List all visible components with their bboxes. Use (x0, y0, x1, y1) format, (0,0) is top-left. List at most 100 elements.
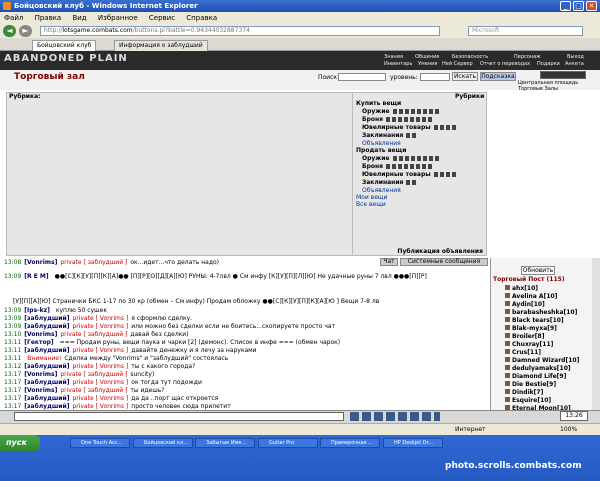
chat-action-icons[interactable] (350, 412, 440, 421)
user-list-item[interactable]: Esquire[10] (505, 397, 551, 404)
menu-view[interactable]: Вид (72, 14, 86, 22)
chat-tab[interactable]: Чат (380, 258, 398, 266)
hint-button[interactable]: Подсказка (480, 72, 516, 81)
user-name[interactable]: Dindik[7] (512, 389, 543, 396)
chat-nick[interactable]: [заблудший] (24, 347, 69, 354)
chat-nick[interactable]: [заблудший] (24, 379, 69, 386)
user-list-item[interactable]: Aydin[10] (505, 301, 545, 308)
nav-security[interactable]: Безопасность (452, 54, 488, 60)
spell-icons[interactable] (406, 133, 417, 138)
address-input[interactable]: http://lotsgame.combats.com/buttons.pl?b… (40, 26, 440, 36)
menu-favorites[interactable]: Избранное (98, 14, 138, 22)
nav-exit[interactable]: Выход (567, 54, 584, 60)
chat-nick[interactable]: [Vonrims] (24, 331, 57, 338)
menu-file[interactable]: Файл (4, 14, 23, 22)
taskbar-item[interactable]: HP Deskjet Dr... (383, 438, 443, 448)
chat-nick[interactable]: [заблудший] (24, 403, 69, 410)
nav-server[interactable]: Ней Сервер (442, 61, 473, 67)
taskbar-item[interactable]: Примерочная ... (320, 438, 380, 448)
user-list-item[interactable]: Avelina A[10] (505, 293, 557, 300)
nav-character[interactable]: Персонаж (514, 54, 541, 60)
publish-ad-link[interactable]: Публикация объявления (353, 248, 487, 256)
chat-nick[interactable]: [заблудший] (24, 315, 69, 322)
user-name[interactable]: Blak-myxa[9] (512, 325, 557, 332)
buy-weapons[interactable]: Оружие (362, 108, 439, 115)
chat-nick[interactable]: [Vonrims] (24, 371, 57, 378)
menu-help[interactable]: Справка (186, 14, 217, 22)
user-name[interactable]: Chuxray[11] (512, 341, 553, 348)
user-name[interactable]: Avelina A[10] (512, 293, 557, 300)
tab-combats[interactable]: Бойцовский клуб (32, 40, 97, 51)
my-items-link[interactable]: Мои вещи (356, 194, 387, 201)
chat-nick[interactable]: [заблудший] (24, 323, 69, 330)
chat-nick[interactable]: [заблудший] (24, 395, 69, 402)
user-list-item[interactable]: Broiler[8] (505, 333, 544, 340)
search-button[interactable]: Искать (452, 72, 478, 81)
all-items-link[interactable]: Все вещи (356, 201, 386, 208)
taskbar-item[interactable]: Бойцовский кл... (133, 438, 193, 448)
user-list-item[interactable]: ahx[10] (505, 285, 538, 292)
user-name[interactable]: Die Bestie[9] (512, 381, 556, 388)
scrollbar[interactable] (592, 258, 600, 410)
user-list-item[interactable]: Diamond Life[9] (505, 373, 566, 380)
taskbar-item[interactable]: One Touch Acc... (70, 438, 130, 448)
maximize-button[interactable]: □ (573, 1, 584, 11)
buy-spells[interactable]: Заклинания (362, 132, 417, 139)
user-name[interactable]: Black tears[10] (512, 317, 564, 324)
buy-jewelry[interactable]: Ювелирные товары (362, 124, 456, 131)
user-name[interactable]: Crus[11] (512, 349, 541, 356)
menu-tools[interactable]: Сервис (149, 14, 175, 22)
taskbar-item[interactable]: Забытые Име... (195, 438, 255, 448)
zoom-label[interactable]: 100% (560, 426, 577, 433)
forward-icon[interactable]: ► (19, 25, 32, 37)
level-input[interactable] (420, 73, 450, 81)
item-search-input[interactable] (338, 73, 386, 81)
user-list-item[interactable]: Blak-myxa[9] (505, 325, 557, 332)
weapon-icons[interactable] (392, 109, 439, 114)
user-name[interactable]: Broiler[8] (512, 333, 544, 340)
search-input[interactable]: Microsoft (468, 26, 583, 36)
chat-nick[interactable]: [R E M] (24, 273, 48, 280)
user-name[interactable]: barabasheshka[10] (512, 309, 577, 316)
system-messages-tab[interactable]: Системные сообщения (400, 258, 488, 266)
chat-nick[interactable]: [Vonrims] (24, 259, 57, 266)
sell-armor[interactable]: Броня (362, 163, 432, 170)
minimize-button[interactable]: _ (560, 1, 571, 11)
user-list-item[interactable]: Die Bestie[9] (505, 381, 556, 388)
link-trade-halls[interactable]: Торговые Залы (518, 86, 558, 92)
user-list-item[interactable]: Damned Wizard[10] (505, 357, 579, 364)
sell-jewelry[interactable]: Ювелирные товары (362, 171, 456, 178)
user-name[interactable]: dedulyamaks[10] (512, 365, 571, 372)
nav-knowledge[interactable]: Знания (384, 54, 403, 60)
close-button[interactable]: ✕ (586, 1, 597, 11)
user-list-item[interactable]: dedulyamaks[10] (505, 365, 571, 372)
user-name[interactable]: ahx[10] (512, 285, 538, 292)
buy-ads-link[interactable]: Объявления (362, 140, 401, 147)
sell-ads-link[interactable]: Объявления (362, 187, 401, 194)
chat-input[interactable] (14, 412, 344, 421)
nav-inventory[interactable]: Инвентарь (384, 61, 412, 67)
menu-edit[interactable]: Правка (35, 14, 62, 22)
nav-skills[interactable]: Умения (418, 61, 437, 67)
weapon-icons[interactable] (392, 156, 439, 161)
user-list-item[interactable]: Crus[11] (505, 349, 541, 356)
nav-communication[interactable]: Общение (415, 54, 439, 60)
sell-spells[interactable]: Заклинания (362, 179, 417, 186)
user-name[interactable]: Esquire[10] (512, 397, 551, 404)
spell-icons[interactable] (406, 180, 417, 185)
armor-icons[interactable] (386, 164, 432, 169)
user-name[interactable]: Aydin[10] (512, 301, 545, 308)
nav-profile[interactable]: Анкета (565, 61, 584, 67)
user-name[interactable]: Diamond Life[9] (512, 373, 566, 380)
chat-nick[interactable]: [Гектор] (24, 339, 53, 346)
sell-weapons[interactable]: Оружие (362, 155, 439, 162)
user-name[interactable]: Damned Wizard[10] (512, 357, 579, 364)
nav-transfers[interactable]: Отчет о переводах (480, 61, 530, 67)
user-list-item[interactable]: Chuxray[11] (505, 341, 553, 348)
user-list-item[interactable]: Black tears[10] (505, 317, 564, 324)
armor-icons[interactable] (386, 117, 432, 122)
chat-nick[interactable]: [Ips-kz] (24, 307, 50, 314)
jewelry-icons[interactable] (433, 125, 456, 130)
jewelry-icons[interactable] (433, 172, 456, 177)
chat-nick[interactable]: [заблудший] (24, 363, 69, 370)
